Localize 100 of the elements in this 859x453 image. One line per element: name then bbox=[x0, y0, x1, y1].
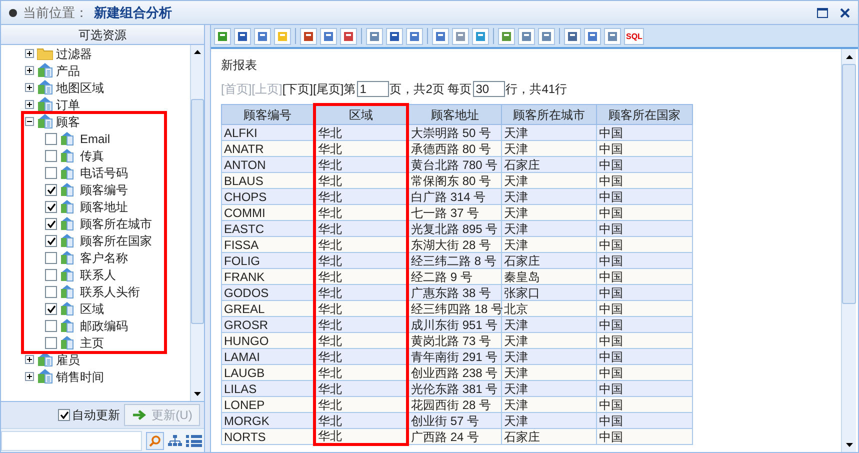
tool-icon[interactable] bbox=[604, 28, 621, 44]
tree-item[interactable]: 产品 bbox=[56, 62, 80, 80]
tree-item[interactable]: 过滤器 bbox=[56, 45, 92, 62]
list-icon[interactable] bbox=[186, 434, 202, 446]
table-cell: 华北 bbox=[314, 156, 408, 172]
tool-icon[interactable] bbox=[254, 28, 271, 44]
column-header[interactable]: 顾客编号 bbox=[222, 104, 314, 124]
table-cell: 华北 bbox=[314, 396, 408, 412]
field-checkbox[interactable] bbox=[45, 252, 57, 264]
tool-icon[interactable] bbox=[564, 28, 581, 44]
table-cell: 石家庄 bbox=[502, 252, 596, 268]
table-cell: 华北 bbox=[314, 188, 408, 204]
tool-icon[interactable] bbox=[234, 28, 251, 44]
table-cell: HUNGO bbox=[222, 332, 314, 348]
arrow-up-icon[interactable] bbox=[194, 50, 201, 54]
column-header[interactable]: 顾客所在城市 bbox=[502, 104, 596, 124]
scrollbar-thumb[interactable] bbox=[842, 64, 856, 304]
tree-item[interactable]: 顾客 bbox=[56, 112, 80, 130]
search-button[interactable] bbox=[146, 432, 164, 450]
tool-icon[interactable] bbox=[406, 28, 423, 44]
scrollbar[interactable] bbox=[190, 45, 204, 401]
column-header[interactable]: 顾客所在国家 bbox=[596, 104, 692, 124]
table-cell: 石家庄 bbox=[502, 428, 596, 444]
page-info: 页，共2页 每页 bbox=[390, 81, 472, 98]
maximize-icon[interactable] bbox=[817, 8, 828, 18]
tool-icon[interactable] bbox=[584, 28, 601, 44]
tool-icon[interactable] bbox=[300, 28, 317, 44]
field-label: 主页 bbox=[80, 334, 104, 352]
tool-icon[interactable] bbox=[320, 28, 337, 44]
field-label: 顾客编号 bbox=[80, 182, 128, 198]
expand-toggle-icon[interactable] bbox=[25, 355, 34, 364]
collapse-toggle-icon[interactable] bbox=[25, 117, 34, 126]
table-cell: 中国 bbox=[596, 204, 692, 220]
arrow-down-icon[interactable] bbox=[846, 442, 852, 446]
table-cell: ALFKI bbox=[222, 124, 314, 140]
sql-button[interactable]: SQL bbox=[624, 28, 644, 44]
field-checkbox[interactable] bbox=[45, 268, 57, 280]
table-cell: 天津 bbox=[502, 396, 596, 412]
tool-icon[interactable] bbox=[214, 28, 231, 44]
tool-icon[interactable] bbox=[386, 28, 403, 44]
table-cell: BLAUS bbox=[222, 172, 314, 188]
pager-link[interactable]: [下页] bbox=[282, 80, 314, 98]
expand-toggle-icon[interactable] bbox=[25, 49, 34, 58]
search-field[interactable] bbox=[1, 430, 142, 450]
column-header[interactable]: 顾客地址 bbox=[408, 104, 502, 124]
page-size-field[interactable]: 30 bbox=[472, 81, 505, 97]
tool-icon[interactable] bbox=[366, 28, 383, 44]
field-checkbox[interactable] bbox=[45, 218, 57, 230]
tool-icon[interactable] bbox=[452, 28, 469, 44]
field-checkbox[interactable] bbox=[45, 150, 57, 162]
field-checkbox[interactable] bbox=[45, 166, 57, 178]
field-label: 联系人 bbox=[80, 266, 116, 284]
pager-link[interactable]: [尾页] bbox=[313, 80, 344, 98]
tree-item[interactable]: 地图区域 bbox=[56, 78, 104, 96]
field-checkbox[interactable] bbox=[45, 336, 57, 348]
tool-icon[interactable] bbox=[518, 28, 535, 44]
table-icon bbox=[37, 63, 53, 78]
field-checkbox[interactable] bbox=[45, 286, 57, 298]
bullet-icon bbox=[9, 8, 17, 16]
field-checkbox[interactable] bbox=[45, 234, 57, 246]
table-cell: 天津 bbox=[502, 204, 596, 220]
row-count: 行，共41行 bbox=[506, 81, 568, 98]
table-icon bbox=[37, 352, 53, 367]
field-checkbox[interactable] bbox=[45, 320, 57, 332]
tool-icon[interactable] bbox=[432, 28, 449, 44]
tool-icon[interactable] bbox=[538, 28, 555, 44]
hierarchy-icon[interactable] bbox=[168, 434, 182, 446]
scrollbar[interactable] bbox=[841, 49, 856, 452]
table-cell: FISSA bbox=[222, 236, 314, 252]
table-cell: 中国 bbox=[596, 188, 692, 204]
page-field[interactable]: 1 bbox=[356, 81, 389, 97]
table-cell: MORGK bbox=[222, 412, 314, 428]
table-cell: 天津 bbox=[502, 380, 596, 396]
expand-toggle-icon[interactable] bbox=[25, 372, 34, 381]
tree-item[interactable]: 销售时间 bbox=[56, 368, 104, 386]
tree-item[interactable]: 订单 bbox=[56, 96, 80, 114]
table-cell: 天津 bbox=[502, 316, 596, 332]
column-header[interactable]: 区域 bbox=[314, 104, 408, 124]
table-cell: 华北 bbox=[314, 236, 408, 252]
scrollbar-thumb[interactable] bbox=[191, 99, 204, 324]
field-checkbox[interactable] bbox=[45, 200, 57, 212]
auto-update-checkbox[interactable] bbox=[58, 409, 70, 421]
table-cell: GODOS bbox=[222, 284, 314, 300]
arrow-up-icon[interactable] bbox=[846, 54, 852, 58]
table-cell: 创业西路 238 号 bbox=[408, 364, 502, 380]
field-checkbox[interactable] bbox=[45, 302, 57, 314]
table-cell: 天津 bbox=[502, 236, 596, 252]
expand-toggle-icon[interactable] bbox=[25, 83, 34, 92]
expand-toggle-icon[interactable] bbox=[25, 66, 34, 75]
auto-update-label: 自动更新 bbox=[72, 407, 120, 424]
field-checkbox[interactable] bbox=[45, 132, 57, 144]
panel-title: 可选资源 bbox=[1, 25, 204, 45]
tree-item[interactable]: 雇员 bbox=[56, 350, 80, 368]
tool-icon[interactable] bbox=[340, 28, 357, 44]
expand-toggle-icon[interactable] bbox=[25, 100, 34, 109]
tool-icon[interactable] bbox=[472, 28, 489, 44]
field-checkbox[interactable] bbox=[45, 184, 57, 196]
close-icon[interactable] bbox=[840, 8, 850, 18]
arrow-down-icon[interactable] bbox=[194, 392, 201, 396]
tool-icon[interactable] bbox=[498, 28, 515, 44]
